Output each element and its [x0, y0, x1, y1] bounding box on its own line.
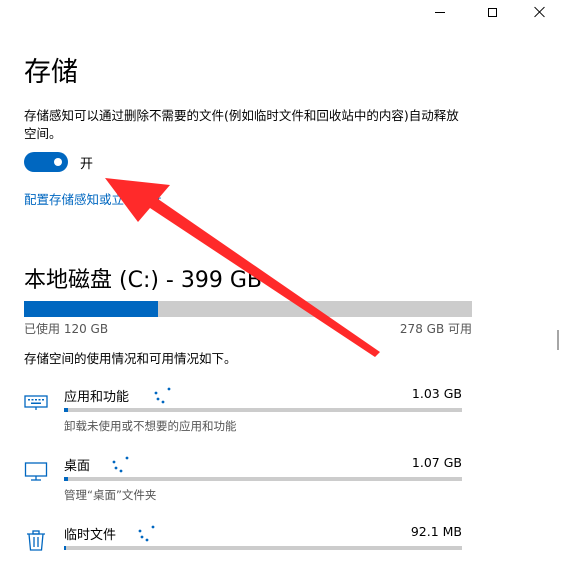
category-desktop[interactable]: 桌面 1.07 GB 管理“桌面”文件夹	[24, 449, 464, 509]
storage-sense-description: 存储感知可以通过删除不需要的文件(例如临时文件和回收站中的内容)自动释放空间。	[24, 108, 459, 141]
loading-spinner-icon	[154, 387, 171, 404]
category-usage-bar	[64, 408, 462, 412]
disk-usage-bar	[24, 301, 472, 317]
trash-icon	[27, 530, 45, 551]
free-space-label: 278 GB 可用	[399, 322, 472, 336]
configure-storage-sense-link[interactable]: 配置存储感知或立即运行	[24, 189, 162, 208]
toggle-state-label: 开	[80, 157, 94, 172]
category-apps[interactable]: 应用和功能 1.03 GB 卸载未使用或不想要的应用和功能	[24, 380, 464, 440]
page-title: 存储	[24, 57, 78, 88]
category-name: 临时文件	[64, 528, 117, 543]
close-button[interactable]	[517, 0, 563, 24]
loading-spinner-icon	[112, 456, 129, 473]
used-space-label: 已使用 120 GB	[24, 322, 109, 336]
monitor-icon	[24, 462, 48, 481]
title-bar	[0, 0, 563, 24]
category-name: 桌面	[64, 459, 91, 474]
category-name: 应用和功能	[64, 390, 130, 405]
storage-breakdown-description: 存储空间的使用情况和可用情况如下。	[24, 351, 237, 366]
toggle-knob	[54, 158, 62, 166]
disk-title: 本地磁盘 (C:) - 399 GB	[24, 268, 262, 293]
loading-spinner-icon	[138, 525, 155, 542]
storage-sense-toggle[interactable]	[24, 152, 68, 172]
minimize-icon	[435, 11, 445, 13]
category-size: 92.1 MB	[410, 524, 462, 539]
keyboard-icon	[24, 395, 48, 410]
category-usage-fill	[64, 546, 66, 550]
category-usage-fill	[64, 477, 68, 481]
category-usage-fill	[64, 408, 68, 412]
maximize-button[interactable]	[469, 0, 515, 24]
close-icon	[534, 6, 546, 18]
scrollbar-arrow-icon[interactable]	[555, 330, 561, 350]
category-size: 1.03 GB	[411, 386, 462, 401]
category-usage-bar	[64, 546, 462, 550]
category-temp-files[interactable]: 临时文件 92.1 MB	[24, 518, 464, 578]
disk-usage-fill	[24, 301, 159, 317]
category-usage-bar	[64, 477, 462, 481]
maximize-icon	[487, 7, 497, 17]
minimize-button[interactable]	[417, 0, 463, 24]
category-description: 卸载未使用或不想要的应用和功能	[64, 419, 237, 433]
category-description: 管理“桌面”文件夹	[64, 488, 157, 502]
category-size: 1.07 GB	[411, 455, 462, 470]
